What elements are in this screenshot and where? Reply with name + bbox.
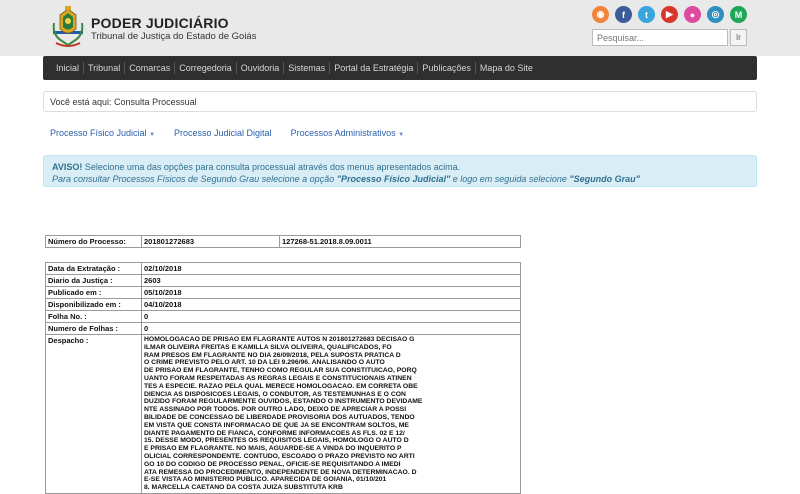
main-navbar: Inicial Tribunal Comarcas Corregedoria Ouvid… bbox=[43, 56, 757, 80]
top-header: PODER JUDICIÁRIO Tribunal de Justiça do … bbox=[0, 0, 800, 56]
menu-processo-fisico-label: Processo Físico Judicial bbox=[50, 128, 147, 138]
nav-item-mapa-do-site[interactable]: Mapa do Site bbox=[476, 63, 537, 73]
menu-processo-judicial-digital[interactable]: Processo Judicial Digital bbox=[174, 128, 272, 138]
alert-text-2b: "Processo Físico Judicial" bbox=[336, 174, 451, 184]
detail-value: 0 bbox=[141, 322, 521, 335]
detail-value: 04/10/2018 bbox=[141, 298, 521, 311]
search-input[interactable] bbox=[592, 29, 728, 46]
detail-label: Numero de Folhas : bbox=[45, 322, 142, 335]
detail-label: Diario da Justiça : bbox=[45, 274, 142, 287]
nav-item-sistemas[interactable]: Sistemas bbox=[284, 63, 329, 73]
youtube-icon[interactable]: ▶ bbox=[661, 6, 678, 23]
search-button[interactable]: Ir bbox=[730, 29, 747, 46]
caret-down-icon: ▼ bbox=[149, 132, 156, 138]
detail-row: Disponibilizado em :04/10/2018 bbox=[45, 298, 521, 311]
site-subtitle[interactable]: Tribunal de Justiça do Estado de Goiás bbox=[91, 31, 256, 42]
process-details-table: Data da Extratação :02/10/2018 Diario da … bbox=[45, 262, 521, 494]
menu-processos-administrativos[interactable]: Processos Administrativos ▼ bbox=[291, 128, 405, 138]
social-links: ◉ f t ▶ ● ◎ M bbox=[592, 6, 747, 23]
process-number-table: Número do Processo: 201801272683 127268-… bbox=[45, 235, 521, 248]
alert-strong: AVISO! bbox=[52, 162, 83, 172]
info-alert: AVISO! Selecione uma das opções para con… bbox=[43, 155, 757, 187]
nav-item-tribunal[interactable]: Tribunal bbox=[84, 63, 124, 73]
alert-line-1: AVISO! Selecione uma das opções para con… bbox=[52, 161, 748, 173]
alert-line-2: Para consultar Processos Físicos de Segu… bbox=[52, 173, 748, 185]
detail-row: Numero de Folhas :0 bbox=[45, 322, 521, 335]
menu-processos-admin-label: Processos Administrativos bbox=[290, 128, 396, 138]
alert-text-2a: Para consultar Processos Físicos de Segu… bbox=[52, 174, 335, 184]
tjgo-coat-of-arms-logo[interactable] bbox=[50, 5, 86, 51]
detail-row: Publicado em :05/10/2018 bbox=[45, 286, 521, 299]
menu-processo-fisico-judicial[interactable]: Processo Físico Judicial ▼ bbox=[50, 128, 155, 138]
site-title[interactable]: PODER JUDICIÁRIO bbox=[91, 15, 229, 31]
detail-label: Folha No. : bbox=[45, 310, 142, 323]
nav-item-inicial[interactable]: Inicial bbox=[52, 63, 83, 73]
despacho-text: HOMOLOGACAO DE PRISAO EM FLAGRANTE AUTOS… bbox=[141, 334, 521, 494]
rss-icon[interactable]: ◉ bbox=[592, 6, 609, 23]
process-subnav: Processo Físico Judicial ▼ Processo Judi… bbox=[50, 128, 404, 138]
caret-down-icon: ▼ bbox=[398, 132, 405, 138]
detail-value: 2603 bbox=[141, 274, 521, 287]
process-number-label: Número do Processo: bbox=[45, 235, 142, 248]
alert-text-2c: e logo em seguida selecione bbox=[452, 174, 567, 184]
twitter-icon[interactable]: t bbox=[638, 6, 655, 23]
medium-icon[interactable]: M bbox=[730, 6, 747, 23]
alert-text-1: Selecione uma das opções para consulta p… bbox=[84, 162, 461, 172]
process-unique-number: 127268-51.2018.8.09.0011 bbox=[279, 235, 521, 248]
flickr-icon[interactable]: ● bbox=[684, 6, 701, 23]
detail-label: Disponibilizado em : bbox=[45, 298, 142, 311]
process-number: 201801272683 bbox=[141, 235, 280, 248]
detail-value: 02/10/2018 bbox=[141, 262, 521, 275]
despacho-label: Despacho : bbox=[45, 334, 142, 494]
detail-row: Folha No. :0 bbox=[45, 310, 521, 323]
nav-item-publica-es[interactable]: Publicações bbox=[418, 63, 475, 73]
nav-item-corregedoria[interactable]: Corregedoria bbox=[175, 63, 236, 73]
nav-item-portal-da-estrat-gia[interactable]: Portal da Estratégia bbox=[330, 63, 417, 73]
detail-value: 0 bbox=[141, 310, 521, 323]
detail-row: Diario da Justiça :2603 bbox=[45, 274, 521, 287]
alert-text-2d: "Segundo Grau" bbox=[569, 174, 640, 184]
instagram-icon[interactable]: ◎ bbox=[707, 6, 724, 23]
detail-label: Data da Extratação : bbox=[45, 262, 142, 275]
facebook-icon[interactable]: f bbox=[615, 6, 632, 23]
nav-item-comarcas[interactable]: Comarcas bbox=[125, 63, 174, 73]
nav-item-ouvidoria[interactable]: Ouvidoria bbox=[237, 63, 284, 73]
detail-value: 05/10/2018 bbox=[141, 286, 521, 299]
detail-row: Data da Extratação :02/10/2018 bbox=[45, 262, 521, 275]
detail-label: Publicado em : bbox=[45, 286, 142, 299]
breadcrumb: Você está aqui: Consulta Processual bbox=[43, 91, 757, 112]
